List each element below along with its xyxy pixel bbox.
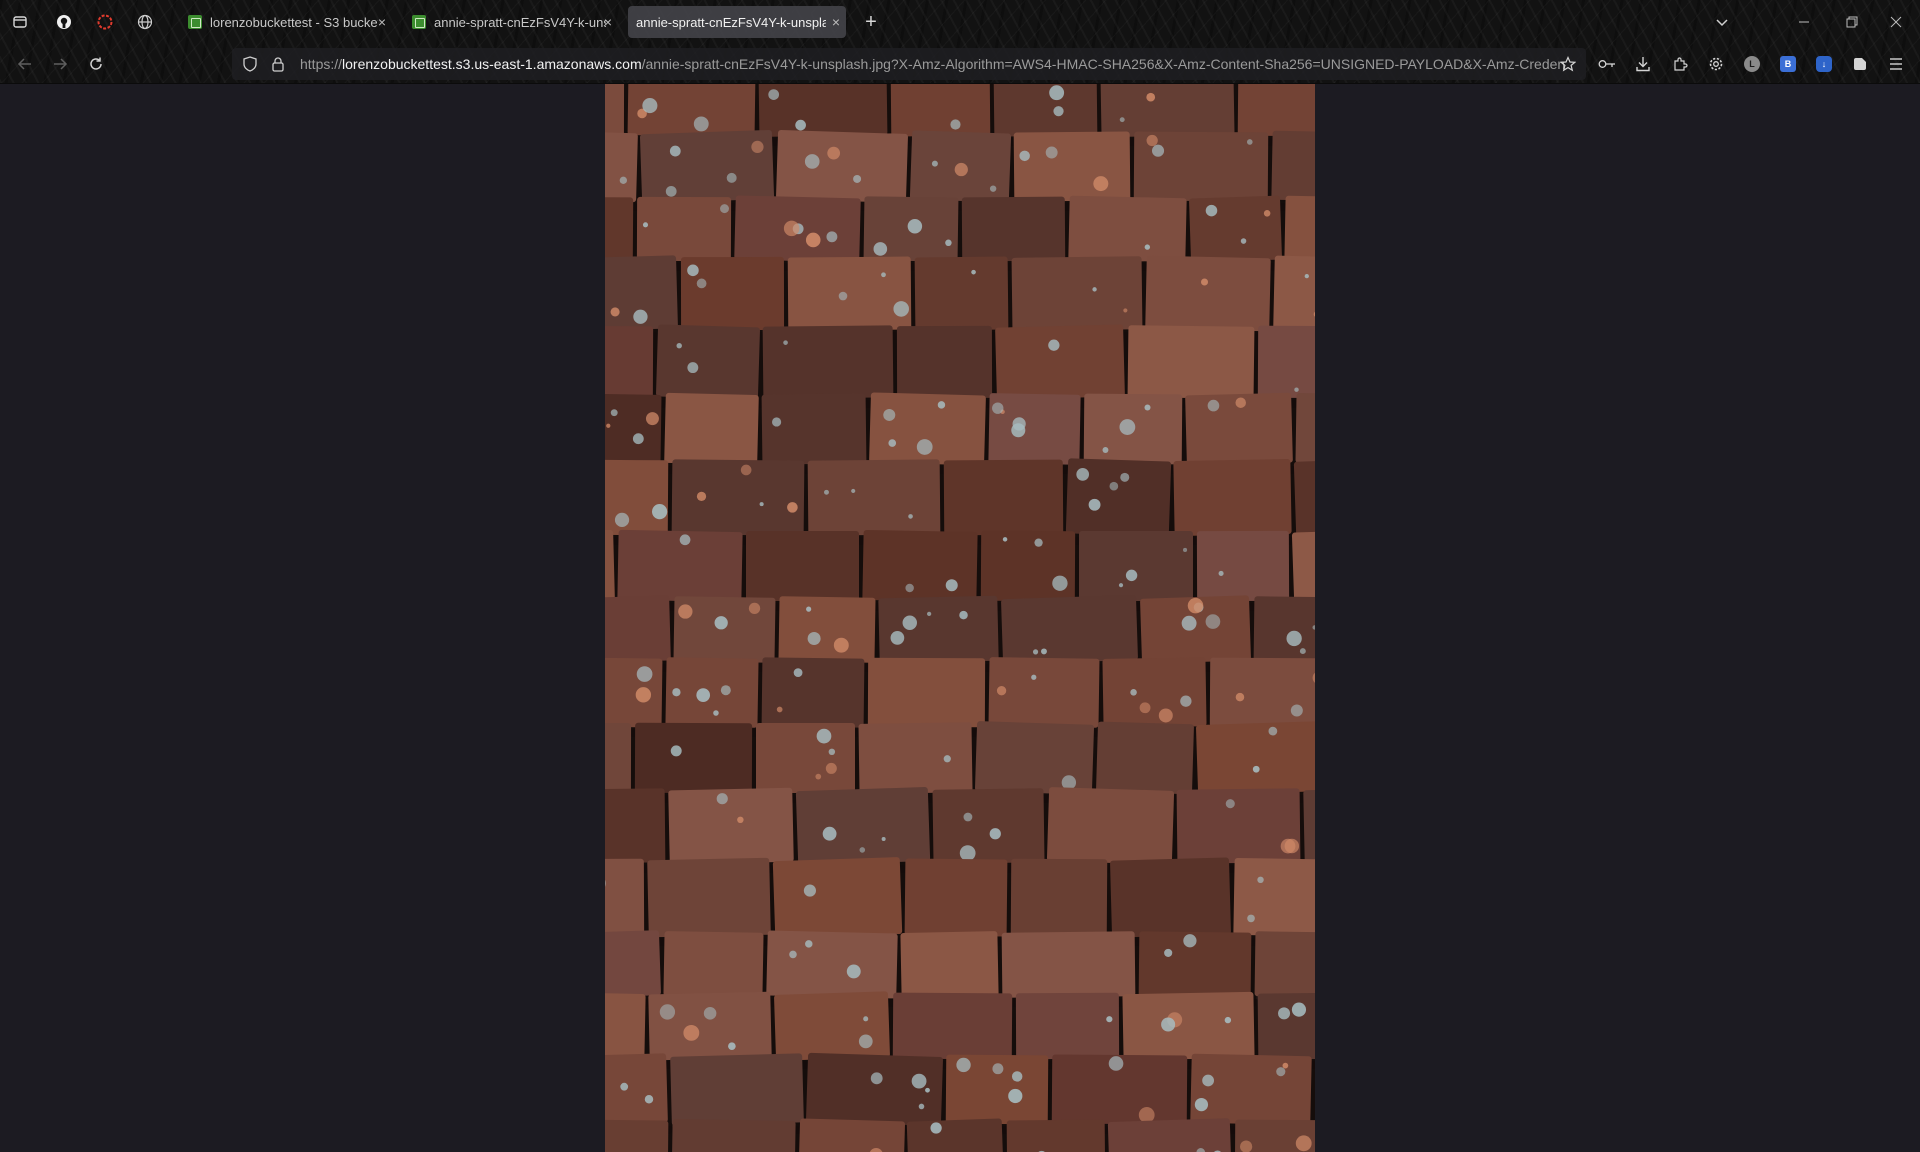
shield-icon[interactable] xyxy=(238,52,262,76)
key-icon[interactable] xyxy=(1594,52,1620,76)
url-host: lorenzobuckettest.s3.us-east-1.amazonaws… xyxy=(342,56,642,72)
opera-icon[interactable] xyxy=(93,10,117,34)
close-tab-icon[interactable]: × xyxy=(378,14,386,30)
bookmark-star-icon[interactable] xyxy=(1556,52,1580,76)
reload-icon[interactable] xyxy=(83,52,109,76)
extension-bitwarden-icon[interactable]: B xyxy=(1775,52,1801,76)
back-icon[interactable] xyxy=(12,52,38,76)
browser-chrome: lorenzobuckettest - S3 bucket | × annie-… xyxy=(0,0,1920,84)
list-all-tabs-icon[interactable] xyxy=(8,10,32,34)
download-icon[interactable] xyxy=(1630,52,1656,76)
tab-image-active[interactable]: annie-spratt-cnEzFsV4Y-k-unsplash × xyxy=(628,6,846,38)
menu-icon[interactable] xyxy=(1883,52,1909,76)
address-bar[interactable]: https://lorenzobuckettest.s3.us-east-1.a… xyxy=(232,48,1586,80)
tab-image-2[interactable]: annie-spratt-cnEzFsV4Y-k-unsplash × xyxy=(404,6,618,38)
close-tab-icon[interactable]: × xyxy=(832,14,840,30)
url-text[interactable]: https://lorenzobuckettest.s3.us-east-1.a… xyxy=(300,56,1564,72)
roof-tiles-photo[interactable] xyxy=(605,84,1315,1152)
extension-download-icon[interactable]: ↓ xyxy=(1811,52,1837,76)
extension-badge: L xyxy=(1744,56,1760,72)
aws-s3-favicon-icon xyxy=(188,15,202,29)
image-viewport xyxy=(0,84,1920,1152)
navigation-bar: https://lorenzobuckettest.s3.us-east-1.a… xyxy=(0,44,1920,84)
toggle-sidebar-icon[interactable] xyxy=(1847,52,1873,76)
extension-badge: B xyxy=(1780,56,1796,72)
extensions-icon[interactable] xyxy=(1667,52,1693,76)
new-tab-button[interactable]: + xyxy=(859,10,883,34)
forward-icon[interactable] xyxy=(47,52,73,76)
tab-title: annie-spratt-cnEzFsV4Y-k-unsplash xyxy=(636,14,826,30)
extension-l-icon[interactable]: L xyxy=(1739,52,1765,76)
chevron-down-icon[interactable] xyxy=(1708,10,1736,34)
aws-s3-favicon-icon xyxy=(412,15,426,29)
globe-icon[interactable] xyxy=(133,10,157,34)
close-window-button[interactable] xyxy=(1882,10,1910,34)
tab-s3-bucket[interactable]: lorenzobuckettest - S3 bucket | × xyxy=(180,6,392,38)
settings-icon[interactable] xyxy=(1703,52,1729,76)
extension-badge: ↓ xyxy=(1816,56,1832,72)
restore-button[interactable] xyxy=(1838,10,1866,34)
tab-title: lorenzobuckettest - S3 bucket | xyxy=(210,14,378,30)
close-tab-icon[interactable]: × xyxy=(604,14,612,30)
github-icon[interactable] xyxy=(52,10,76,34)
url-scheme: https:// xyxy=(300,56,343,72)
lock-icon[interactable] xyxy=(266,52,290,76)
tab-bar: lorenzobuckettest - S3 bucket | × annie-… xyxy=(0,0,1920,44)
tab-title: annie-spratt-cnEzFsV4Y-k-unsplash xyxy=(434,14,606,30)
url-path: /annie-spratt-cnEzFsV4Y-k-unsplash.jpg?X… xyxy=(641,56,1564,72)
minimize-button[interactable] xyxy=(1790,10,1818,34)
